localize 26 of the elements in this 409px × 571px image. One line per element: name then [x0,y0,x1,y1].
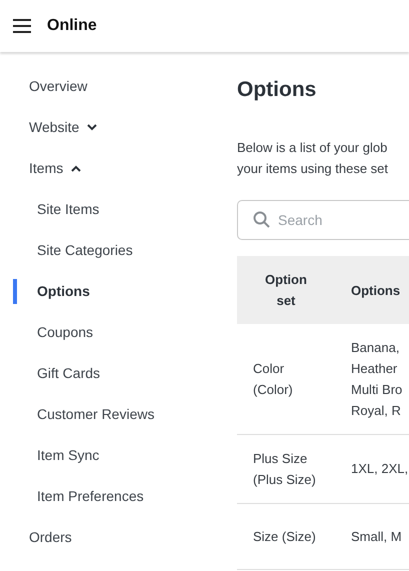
column-header: Options [335,256,409,324]
column-header: Option set [237,256,335,324]
nav-item[interactable]: Gift Cards [37,363,100,384]
nav-item[interactable]: Overview [29,76,88,97]
description-text: Below is a list of your glob your items using these set [237,139,390,178]
nav-item[interactable]: Item Sync [37,445,100,466]
nav-item[interactable]: Website [29,117,98,138]
nav-item[interactable]: Options [37,281,90,302]
nav-item[interactable]: Items [29,158,82,179]
table-cell: Small, M [335,503,409,569]
nav-item[interactable]: Site Items [37,199,100,220]
nav-item[interactable]: Orders [29,527,72,548]
table-cell: Plus Size (Plus Size) [237,434,335,503]
nav-item[interactable]: Item Preferences [37,486,144,507]
table-cell: Color (Color) [237,324,335,434]
search-icon [253,211,270,228]
search-field[interactable]: Search [237,200,409,240]
nav-item[interactable]: Customer Reviews [37,404,154,425]
table-cell: Banana, Heather Multi Bro Royal, R [335,324,409,434]
table-cell: Size (Size) [237,503,335,569]
nav-item[interactable]: Site Categories [37,240,133,261]
table-cell: 1XL, 2XL, [335,434,409,503]
nav-item[interactable]: Coupons [37,322,94,343]
menu-icon[interactable] [13,19,31,33]
app-title: Online [47,16,97,36]
page-title: Options [237,77,318,103]
